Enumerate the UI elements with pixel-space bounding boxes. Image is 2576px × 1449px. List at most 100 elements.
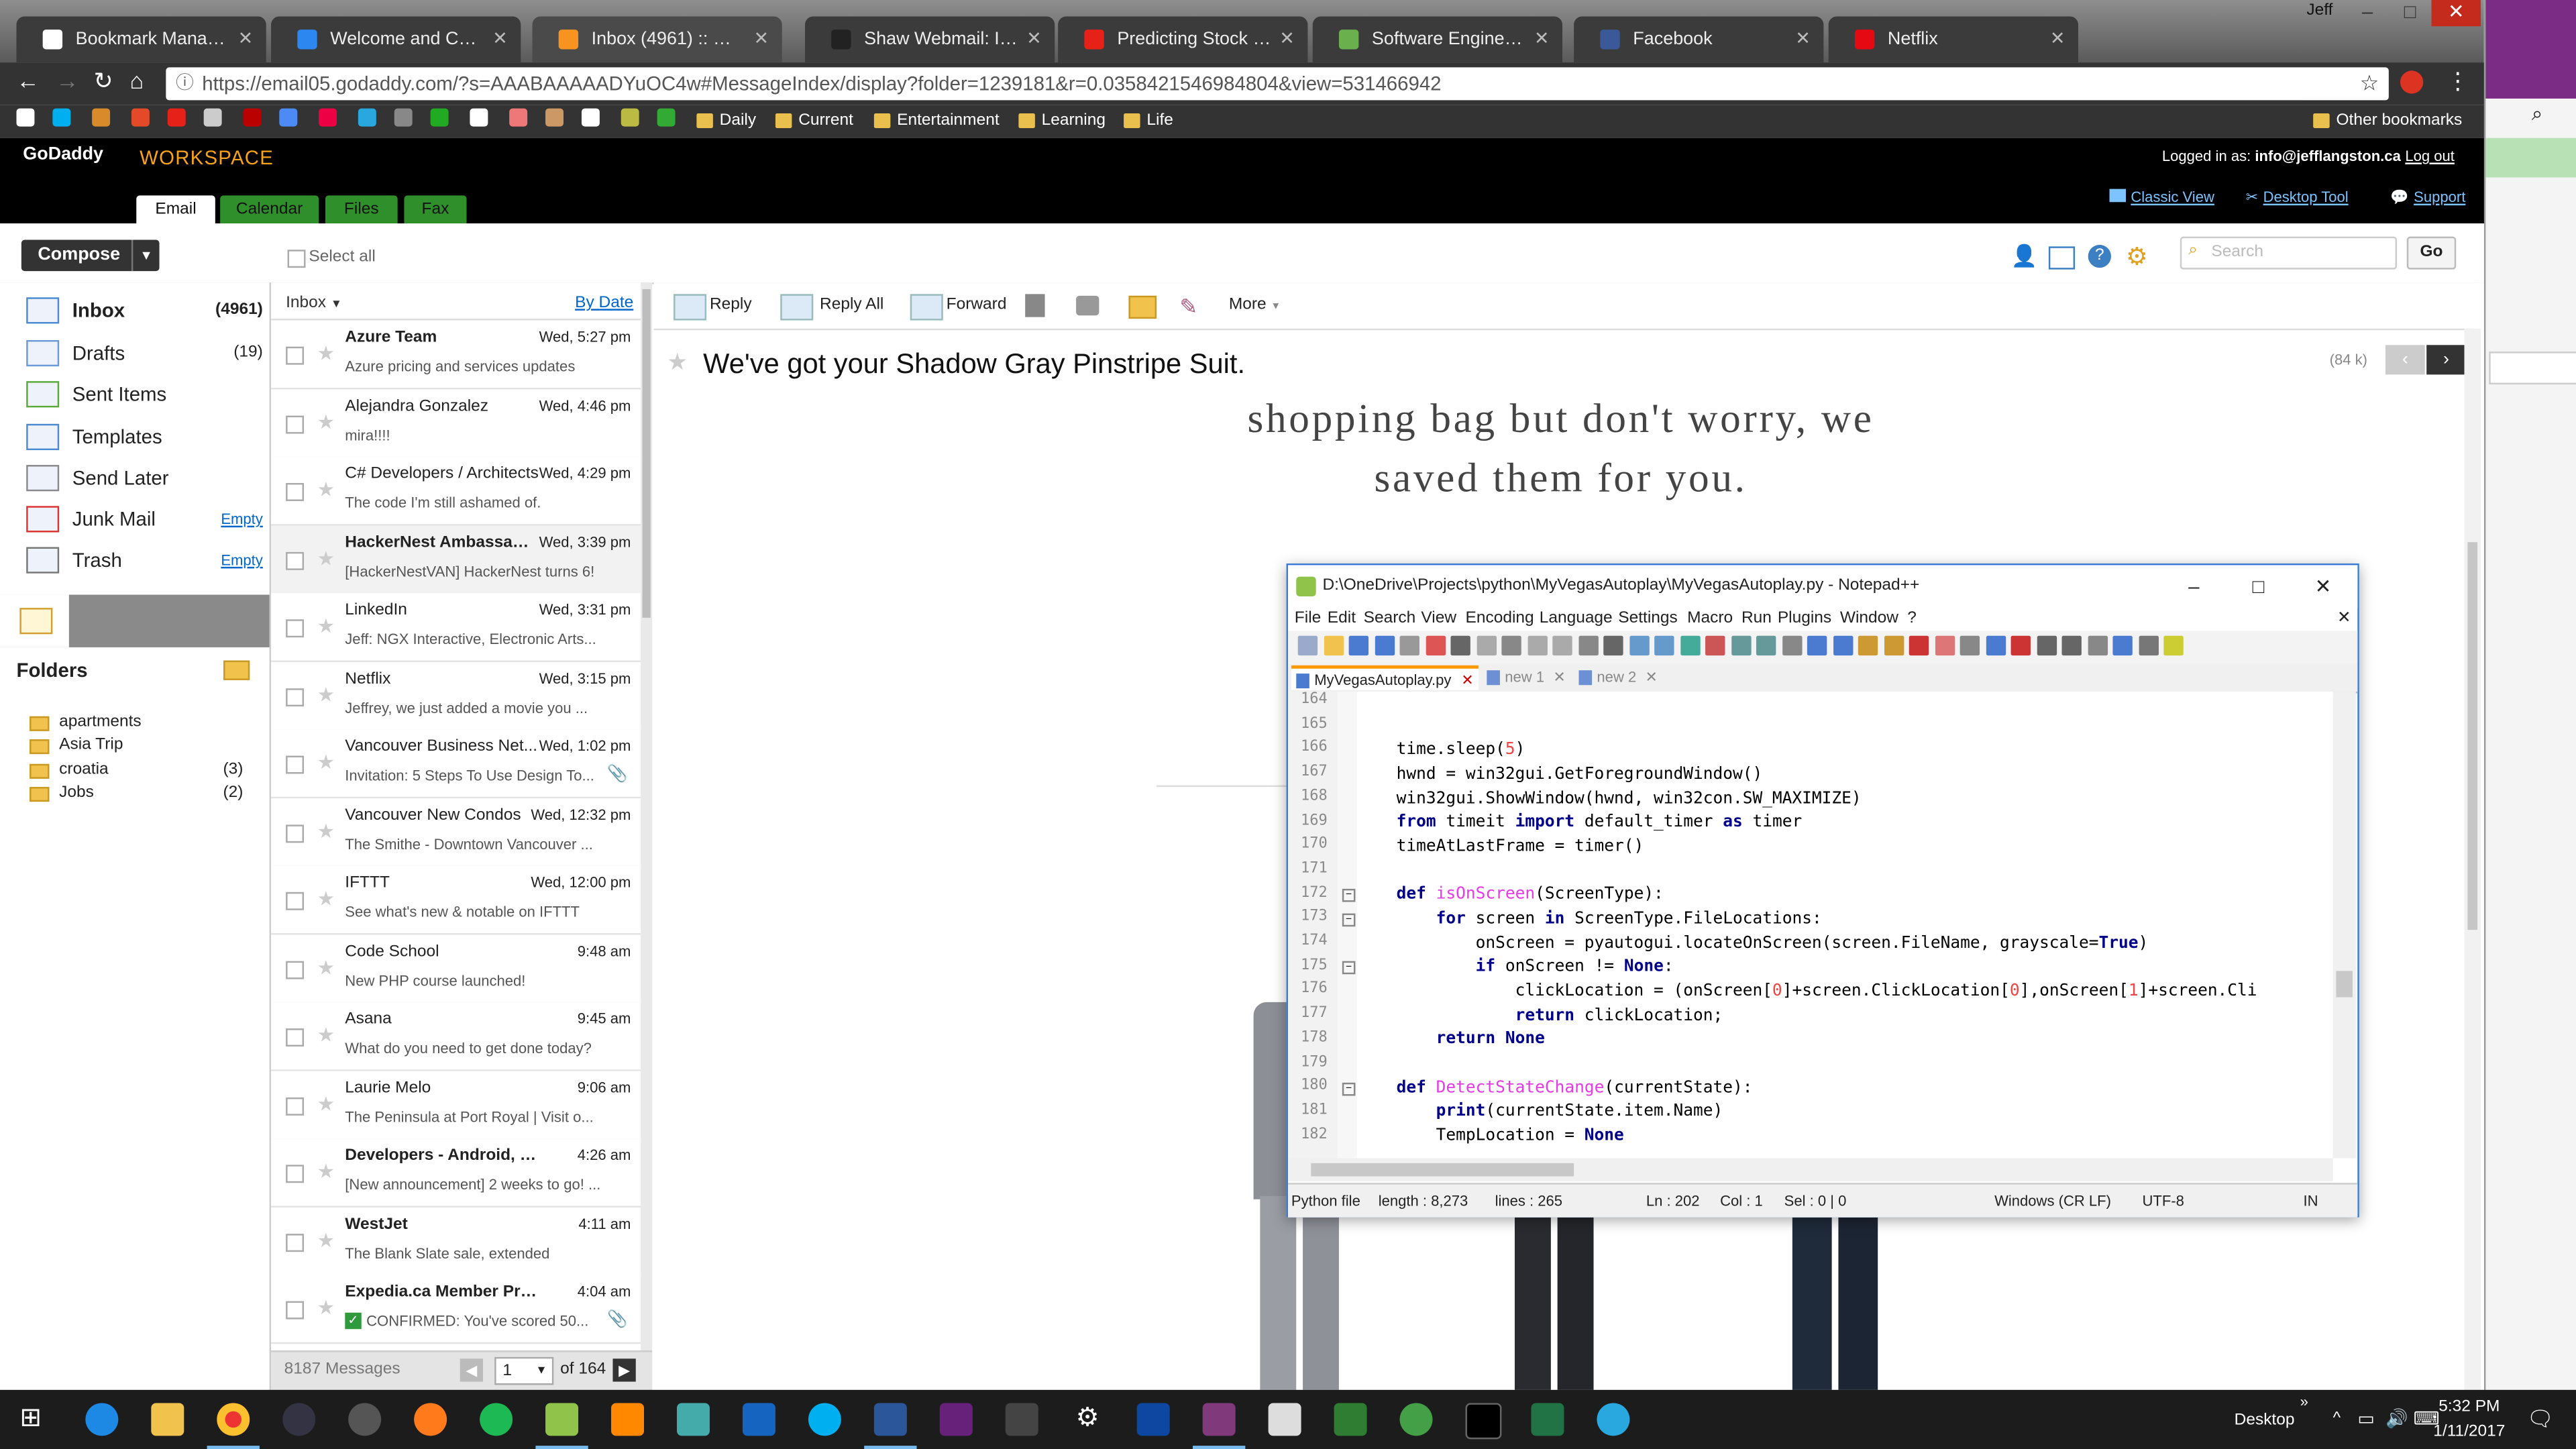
bookmark-folder-entertainment[interactable]: Entertainment [873, 112, 1000, 131]
sidebar-item-send-later[interactable]: Send Later [26, 460, 269, 496]
star-icon[interactable]: ★ [317, 1296, 335, 1319]
npp-toolbar-icon[interactable] [1348, 635, 1369, 656]
row-checkbox[interactable] [286, 619, 305, 638]
chrome-icon[interactable] [207, 1403, 260, 1449]
npp-toolbar-icon[interactable] [1323, 635, 1344, 656]
delete-icon[interactable] [1025, 294, 1045, 317]
bookmark-icon[interactable] [430, 108, 449, 127]
star-icon[interactable]: ★ [317, 683, 335, 706]
tab-close-icon[interactable]: ✕ [1553, 665, 1565, 690]
npp-menu-view[interactable]: View [1421, 608, 1456, 631]
row-checkbox[interactable] [286, 1028, 305, 1047]
npp-toolbar-icon[interactable] [1858, 635, 1878, 656]
prev-page-button[interactable]: ◀ [460, 1358, 484, 1382]
row-checkbox[interactable] [286, 824, 305, 843]
npp-toolbar-icon[interactable] [1781, 635, 1802, 656]
npp-tab-myvegasautoplay[interactable]: MyVegasAutoplay.py ✕ [1291, 665, 1479, 690]
npp-toolbar-icon[interactable] [1578, 635, 1598, 656]
tab-close-icon[interactable]: ✕ [2050, 16, 2065, 62]
npp-vertical-scrollbar[interactable] [2332, 692, 2356, 1159]
amazon-icon[interactable] [581, 108, 600, 127]
sidebar-item-trash[interactable]: Trash Empty [26, 542, 269, 578]
npp-menu-plugins[interactable]: Plugins [1778, 608, 1831, 631]
npp-toolbar-icon[interactable] [2061, 635, 2082, 656]
network-icon[interactable]: ▭ [2357, 1408, 2374, 1429]
row-checkbox[interactable] [286, 1096, 305, 1115]
tab-email[interactable]: Email [136, 195, 215, 224]
npp-toolbar-icon[interactable] [1756, 635, 1776, 656]
row-checkbox[interactable] [286, 892, 305, 910]
excel-icon[interactable] [1531, 1403, 1564, 1436]
tray-expand-icon[interactable]: » [2300, 1393, 2308, 1409]
empty-link[interactable]: Empty [221, 501, 262, 537]
npp-tab-new-1[interactable]: new 1 ✕ [1482, 665, 1570, 690]
empty-link[interactable]: Empty [221, 542, 262, 578]
url-field[interactable]: ⓘ https://email05.godaddy.com/?s=AAABAAA… [166, 67, 2389, 101]
sort-by-date-link[interactable]: By Date [575, 294, 633, 312]
row-checkbox[interactable] [286, 1165, 305, 1183]
star-icon[interactable]: ★ [317, 751, 335, 773]
browser-tab[interactable]: Shaw Webmail: Inbox (9 ✕ [805, 16, 1055, 63]
netflix-icon[interactable] [243, 108, 262, 127]
notifications-icon[interactable]: 🗨 [2527, 1406, 2554, 1432]
maximize-icon[interactable]: □ [2253, 565, 2265, 608]
internet-explorer-icon[interactable] [1597, 1403, 1630, 1436]
extension-icon[interactable] [2400, 70, 2424, 94]
message-row[interactable]: ★ Vancouver Business Net... Wed, 1:02 pm In… [271, 729, 641, 799]
folder-item[interactable]: Asia Trip [30, 735, 260, 757]
npp-toolbar-icon[interactable] [1807, 635, 1827, 656]
compose-button[interactable]: Compose ▼ [21, 239, 160, 272]
onenote-icon[interactable] [1192, 1403, 1246, 1449]
notepad-plus-plus-window[interactable]: D:\OneDrive\Projects\python\MyVegasAutop… [1286, 564, 2359, 1218]
npp-menu-language[interactable]: Language [1540, 608, 1613, 631]
list-scroll-thumb[interactable] [642, 289, 651, 618]
bookmark-folder-learning[interactable]: Learning [1018, 112, 1106, 131]
npp-toolbar-icon[interactable] [1832, 635, 1853, 656]
page-select[interactable]: 1 ▼ [494, 1356, 554, 1385]
tray-up-icon[interactable]: ^ [2333, 1409, 2341, 1428]
bookmark-folder-current[interactable]: Current [775, 112, 853, 131]
desktop-toolbar-label[interactable]: Desktop [2235, 1411, 2295, 1430]
windows-start-icon[interactable]: ⊞ [19, 1403, 52, 1436]
forward-button[interactable]: Forward [910, 292, 1009, 321]
message-row[interactable]: ★ Vancouver New Condos Wed, 12:32 pm The Sm… [271, 797, 641, 867]
star-icon[interactable]: ★ [317, 341, 335, 364]
money-icon[interactable] [1334, 1403, 1367, 1436]
npp-toolbar-icon[interactable] [1297, 635, 1318, 656]
message-row[interactable]: ★ Code School 9:48 am New PHP course launch… [271, 934, 641, 1004]
app-icon[interactable] [1399, 1403, 1433, 1436]
search-icon[interactable]: ⌕ [2532, 102, 2542, 127]
star-icon[interactable]: ★ [317, 614, 335, 637]
fold-marker-icon[interactable]: − [1342, 1082, 1356, 1096]
mail-folder-tab[interactable] [0, 594, 69, 647]
npp-toolbar-icon[interactable] [1731, 635, 1751, 656]
steam-icon[interactable] [282, 1403, 316, 1436]
npp-toolbar-icon[interactable] [1985, 635, 2006, 656]
tab-calendar[interactable]: Calendar [220, 195, 319, 224]
fold-marker-icon[interactable]: − [1342, 888, 1356, 902]
npp-toolbar-icon[interactable] [1629, 635, 1649, 656]
browser-tab[interactable]: Netflix ✕ [1828, 16, 2078, 63]
star-icon[interactable]: ★ [317, 1160, 335, 1183]
sidebar-item-drafts[interactable]: Drafts (19) [26, 335, 269, 372]
contacts-icon[interactable]: 👤 [2011, 243, 2038, 268]
message-row[interactable]: ★ Expedia.ca Member Pricing 4:04 am CONFIRM… [271, 1275, 641, 1344]
bookmark-icon[interactable] [657, 108, 676, 127]
terminal-icon[interactable] [1465, 1403, 1502, 1440]
tab-close-icon[interactable]: ✕ [1795, 16, 1811, 62]
npp-toolbar-icon[interactable] [1934, 635, 1955, 656]
npp-tab-new-2[interactable]: new 2 ✕ [1574, 665, 1662, 690]
close-document-icon[interactable]: ✕ [2337, 608, 2351, 631]
settings-gear-icon[interactable]: ⚙ [2126, 241, 2148, 271]
npp-toolbar-icon[interactable] [1603, 635, 1623, 656]
close-icon[interactable]: ✕ [2315, 565, 2332, 608]
reply-all-button[interactable]: Reply All [780, 292, 895, 321]
npp-menu-macro[interactable]: Macro [1687, 608, 1733, 631]
bookmark-folder-life[interactable]: Life [1124, 112, 1173, 131]
row-checkbox[interactable] [286, 755, 305, 774]
npp-menu-help[interactable]: ? [1907, 608, 1917, 631]
message-row[interactable]: ★ Alejandra Gonzalez Wed, 4:46 pm mira!!!! [271, 388, 641, 458]
bookmark-icon[interactable] [470, 108, 488, 127]
tab-close-icon[interactable]: ✕ [754, 16, 769, 62]
edit-icon[interactable]: ✎ [1179, 294, 1197, 320]
